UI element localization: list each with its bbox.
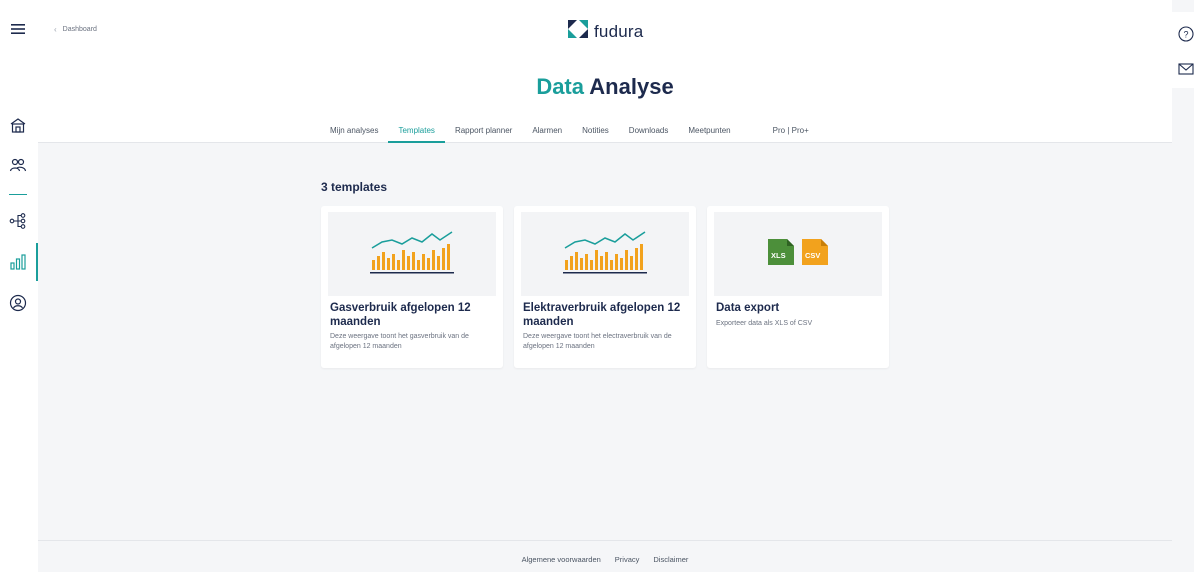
sidebar — [0, 0, 38, 572]
card-title: Gasverbruik afgelopen 12 maanden — [330, 302, 471, 328]
tab-mijn-analyses[interactable]: Mijn analyses — [320, 126, 388, 143]
template-card-export[interactable]: XLS CSV Data export Exporteer data als X… — [707, 206, 889, 368]
sidebar-divider — [9, 194, 27, 195]
card-title: Data export — [716, 302, 780, 314]
template-card-elektra[interactable]: Elektraverbruik afgelopen 12 maanden Dez… — [514, 206, 696, 368]
page-title-part1: Data — [536, 74, 584, 99]
svg-text:CSV: CSV — [805, 251, 820, 260]
breadcrumb-dashboard-link[interactable]: Dashboard — [63, 26, 97, 33]
building-icon[interactable] — [7, 114, 29, 136]
svg-text:XLS: XLS — [771, 251, 786, 260]
tab-templates[interactable]: Templates — [388, 126, 446, 143]
template-card-gas[interactable]: Gasverbruik afgelopen 12 maanden Deze we… — [321, 206, 503, 368]
card-description: Deze weergave toont het electraverbruik … — [523, 333, 672, 350]
tab-meetpunten[interactable]: Meetpunten — [678, 126, 740, 143]
footer: Algemene voorwaarden Privacy Disclaimer — [38, 540, 1172, 572]
tab-downloads[interactable]: Downloads — [619, 126, 679, 143]
right-help-panel: ? — [1172, 12, 1194, 88]
footer-link-terms[interactable]: Algemene voorwaarden — [522, 555, 601, 564]
bar-line-chart-icon — [561, 230, 649, 279]
main-content: 3 templates Gasverbruik afgelopen 12 maa… — [38, 143, 1172, 540]
xls-file-icon: XLS — [768, 238, 794, 270]
card-thumbnail — [521, 212, 689, 296]
tab-notities[interactable]: Notities — [572, 126, 619, 143]
card-description: Exporteer data als XLS of CSV — [716, 320, 813, 327]
templates-count: 3 templates — [321, 180, 388, 194]
card-thumbnail: XLS CSV — [714, 212, 882, 296]
help-icon[interactable]: ? — [1178, 26, 1194, 42]
user-profile-icon[interactable] — [7, 292, 29, 314]
users-icon[interactable] — [7, 154, 29, 176]
card-description: Deze weergave toont het gasverbruik van … — [330, 333, 469, 350]
tab-alarmen[interactable]: Alarmen — [522, 126, 572, 143]
bar-line-chart-icon — [368, 230, 456, 279]
menu-icon[interactable] — [7, 18, 29, 40]
page-title-part2: Analyse — [589, 74, 674, 99]
fudura-logo-icon — [568, 20, 588, 43]
footer-link-disclaimer[interactable]: Disclaimer — [653, 555, 688, 564]
tab-rapport-planner[interactable]: Rapport planner — [445, 126, 522, 143]
chevron-left-icon: ‹ — [54, 25, 57, 34]
logo: fudura — [568, 20, 643, 43]
header: ‹ Dashboard fudura Data Analyse Mijn ana… — [38, 0, 1172, 143]
svg-text:?: ? — [1184, 30, 1189, 40]
breadcrumb[interactable]: ‹ Dashboard — [54, 25, 97, 34]
footer-link-privacy[interactable]: Privacy — [615, 555, 640, 564]
logo-text: fudura — [594, 21, 644, 41]
mail-icon[interactable] — [1178, 62, 1194, 78]
csv-file-icon: CSV — [802, 238, 828, 270]
tab-bar: Mijn analyses Templates Rapport planner … — [320, 126, 819, 143]
tab-pro[interactable]: Pro | Pro+ — [763, 126, 819, 143]
hierarchy-icon[interactable] — [7, 210, 29, 232]
analytics-icon[interactable] — [7, 251, 29, 273]
page-title: Data Analyse — [38, 74, 1172, 100]
card-title: Elektraverbruik afgelopen 12 maanden — [523, 302, 681, 328]
card-thumbnail — [328, 212, 496, 296]
